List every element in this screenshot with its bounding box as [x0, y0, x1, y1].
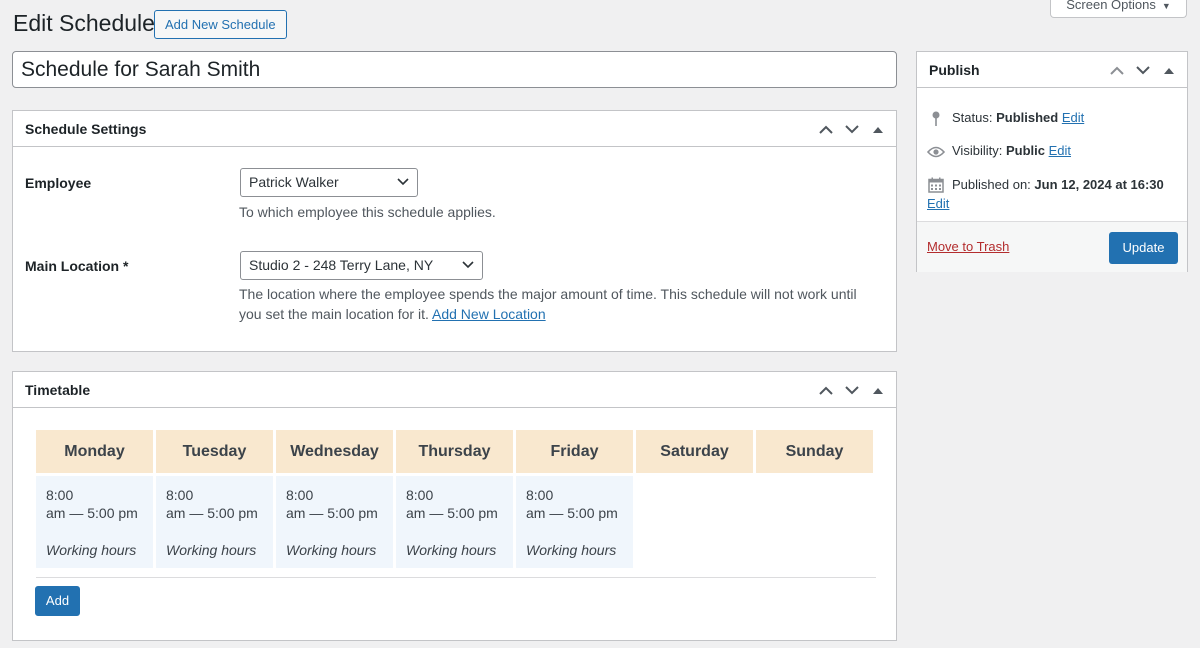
day-column-sunday: Sunday	[756, 430, 873, 568]
hours-label: Working hours	[166, 542, 257, 558]
day-column-wednesday: Wednesday 8:00 am — 5:00 pm Working hour…	[276, 430, 393, 568]
hours-label: Working hours	[46, 542, 137, 558]
timetable-divider	[36, 577, 876, 578]
end-time: am — 5:00 pm	[406, 505, 498, 521]
collapse-toggle-icon[interactable]	[866, 111, 890, 147]
caret-down-icon: ▼	[1161, 1, 1171, 11]
publish-title: Publish	[929, 62, 980, 78]
screen-options-toggle[interactable]: Screen Options ▼	[1050, 0, 1187, 18]
move-up-icon[interactable]	[814, 372, 838, 408]
day-column-thursday: Thursday 8:00 am — 5:00 pm Working hours	[396, 430, 513, 568]
working-hours-cell[interactable]: 8:00 am — 5:00 pm Working hours	[276, 476, 393, 568]
day-header: Wednesday	[276, 430, 393, 473]
visibility-row: Visibility: Public Edit	[927, 143, 1071, 161]
status-row: Status: Published Edit	[927, 110, 1084, 128]
schedule-settings-title: Schedule Settings	[25, 121, 147, 137]
visibility-value: Public	[1005, 143, 1045, 158]
start-time: 8:00	[286, 487, 314, 503]
collapse-toggle-icon[interactable]	[1157, 52, 1181, 88]
calendar-icon	[927, 176, 945, 194]
hours-label: Working hours	[526, 542, 617, 558]
publish-actions: Move to Trash Update	[917, 221, 1187, 272]
timetable-header: Timetable	[13, 372, 896, 408]
move-to-trash-link[interactable]: Move to Trash	[927, 239, 1009, 254]
day-header: Sunday	[756, 430, 873, 473]
day-column-tuesday: Tuesday 8:00 am — 5:00 pm Working hours	[156, 430, 273, 568]
timetable-box: Timetable Monday 8:00 am — 5:00 pm Worki…	[12, 371, 897, 641]
start-time: 8:00	[526, 487, 554, 503]
start-time: 8:00	[166, 487, 194, 503]
employee-label: Employee	[25, 175, 92, 191]
main-location-select[interactable]: Studio 2 - 248 Terry Lane, NY	[240, 251, 483, 280]
update-button[interactable]: Update	[1109, 232, 1178, 264]
box-handle-actions	[814, 111, 890, 147]
move-down-icon[interactable]	[840, 372, 864, 408]
move-up-icon[interactable]	[814, 111, 838, 147]
screen-options-label: Screen Options	[1066, 0, 1156, 12]
move-up-icon[interactable]	[1105, 52, 1129, 88]
main-location-select-value: Studio 2 - 248 Terry Lane, NY	[249, 257, 434, 273]
day-header: Friday	[516, 430, 633, 473]
start-time: 8:00	[46, 487, 74, 503]
status-value: Published	[996, 110, 1059, 125]
eye-icon	[927, 143, 945, 161]
timetable-grid: Monday 8:00 am — 5:00 pm Working hours T…	[36, 430, 873, 568]
working-hours-cell[interactable]: 8:00 am — 5:00 pm Working hours	[36, 476, 153, 568]
working-hours-cell[interactable]: 8:00 am — 5:00 pm Working hours	[396, 476, 513, 568]
move-down-icon[interactable]	[840, 111, 864, 147]
employee-description: To which employee this schedule applies.	[239, 204, 496, 220]
day-header: Tuesday	[156, 430, 273, 473]
add-hours-button[interactable]: Add	[35, 586, 80, 616]
end-time: am — 5:00 pm	[166, 505, 258, 521]
schedule-title-input[interactable]	[12, 51, 897, 88]
published-on-row: Published on: Jun 12, 2024 at 16:30	[927, 175, 1182, 195]
move-down-icon[interactable]	[1131, 52, 1155, 88]
timetable-title: Timetable	[25, 382, 91, 398]
chevron-down-icon	[462, 261, 474, 269]
working-hours-cell[interactable]: 8:00 am — 5:00 pm Working hours	[156, 476, 273, 568]
collapse-toggle-icon[interactable]	[866, 372, 890, 408]
day-header: Monday	[36, 430, 153, 473]
schedule-settings-box: Schedule Settings Employee Patrick Walke…	[12, 110, 897, 352]
page-title: Edit Schedule	[13, 10, 155, 36]
day-column-friday: Friday 8:00 am — 5:00 pm Working hours	[516, 430, 633, 568]
publish-box: Publish Status: Published Edit Visibilit…	[916, 51, 1188, 272]
edit-visibility-link[interactable]: Edit	[1049, 143, 1071, 158]
day-header: Saturday	[636, 430, 753, 473]
hours-label: Working hours	[406, 542, 497, 558]
visibility-label: Visibility:	[952, 143, 1003, 158]
published-on-value: Jun 12, 2024 at 16:30	[1034, 177, 1164, 192]
end-time: am — 5:00 pm	[46, 505, 138, 521]
status-label: Status:	[952, 110, 993, 125]
end-time: am — 5:00 pm	[286, 505, 378, 521]
start-time: 8:00	[406, 487, 434, 503]
box-handle-actions	[1105, 52, 1181, 88]
day-column-saturday: Saturday	[636, 430, 753, 568]
chevron-down-icon	[397, 178, 409, 186]
end-time: am — 5:00 pm	[526, 505, 618, 521]
published-on-label: Published on:	[952, 177, 1031, 192]
main-location-description: The location where the employee spends t…	[239, 284, 889, 324]
day-column-monday: Monday 8:00 am — 5:00 pm Working hours	[36, 430, 153, 568]
box-handle-actions	[814, 372, 890, 408]
employee-select-value: Patrick Walker	[249, 174, 339, 190]
add-new-schedule-button[interactable]: Add New Schedule	[154, 10, 287, 39]
publish-header: Publish	[917, 52, 1187, 88]
main-location-label: Main Location *	[25, 258, 129, 274]
employee-select[interactable]: Patrick Walker	[240, 168, 418, 197]
main-location-description-line2: you set the main location for it.	[239, 306, 429, 322]
working-hours-cell[interactable]: 8:00 am — 5:00 pm Working hours	[516, 476, 633, 568]
pin-icon	[927, 110, 945, 128]
edit-status-link[interactable]: Edit	[1062, 110, 1084, 125]
schedule-settings-header: Schedule Settings	[13, 111, 896, 147]
hours-label: Working hours	[286, 542, 377, 558]
main-location-description-line1: The location where the employee spends t…	[239, 286, 857, 302]
day-header: Thursday	[396, 430, 513, 473]
add-new-location-link[interactable]: Add New Location	[432, 306, 546, 322]
edit-date-link[interactable]: Edit	[927, 196, 949, 211]
empty-hours-cell[interactable]	[756, 476, 873, 568]
empty-hours-cell[interactable]	[636, 476, 753, 568]
